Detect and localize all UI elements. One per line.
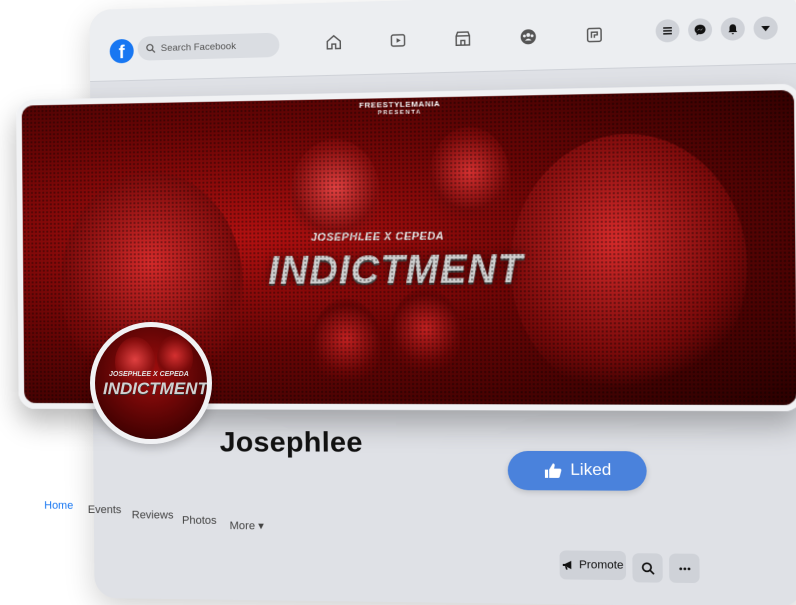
video-icon[interactable] (389, 31, 408, 50)
megaphone-icon (562, 560, 572, 570)
home-icon[interactable] (324, 33, 343, 52)
liked-button[interactable]: Liked (507, 450, 647, 491)
profile-picture[interactable]: JOSEPHLEE X CEPEDA INDICTMENT (90, 322, 212, 444)
main-nav (324, 25, 604, 51)
promote-button[interactable]: Promote (559, 550, 627, 581)
marketplace-icon[interactable] (453, 29, 472, 48)
tab-events[interactable]: Events (88, 504, 122, 516)
more-dots-icon (678, 566, 690, 570)
tab-photos[interactable]: Photos (182, 515, 217, 527)
promote-label: Promote (578, 558, 624, 572)
search-input[interactable]: Search Facebook (137, 32, 280, 61)
cover-title: INDICTMENT (267, 246, 524, 293)
gaming-icon[interactable] (585, 25, 604, 44)
cover-face-right (509, 131, 749, 399)
search-page-button[interactable] (632, 553, 663, 583)
top-navigation-bar: f Search Facebook (89, 0, 796, 83)
cover-face-top-right (428, 125, 511, 228)
cover-face-bottom-right (390, 287, 462, 379)
tab-more[interactable]: More ▾ (230, 519, 264, 532)
avatar-artists: JOSEPHLEE X CEPEDA (109, 371, 189, 378)
avatar-title: INDICTMENT (103, 379, 208, 398)
notifications-button[interactable] (720, 17, 745, 41)
facebook-logo[interactable]: f (109, 38, 134, 64)
liked-label: Liked (570, 461, 612, 480)
tab-reviews[interactable]: Reviews (132, 509, 174, 521)
page-tabs: Home Events Reviews Photos More ▾ (44, 490, 358, 533)
search-placeholder: Search Facebook (160, 40, 237, 54)
account-dropdown-icon (761, 25, 771, 32)
menu-button[interactable] (655, 19, 680, 43)
notifications-icon (728, 24, 738, 35)
messenger-icon (694, 24, 706, 36)
thumbs-up-icon (544, 463, 562, 478)
more-options-button[interactable] (669, 553, 700, 584)
search-icon (640, 561, 654, 575)
account-dropdown-button[interactable] (753, 16, 778, 40)
tab-home[interactable]: Home (44, 500, 73, 512)
cover-artists: JOSEPHLEE X CEPEDA (310, 230, 445, 244)
search-icon (145, 43, 155, 53)
groups-icon[interactable] (519, 27, 538, 46)
cover-face-bottom-left (311, 298, 382, 388)
messenger-button[interactable] (688, 18, 713, 42)
account-controls (655, 16, 778, 43)
page-name: Josephlee (219, 426, 363, 458)
menu-icon (663, 27, 672, 35)
cover-brand-sub: PRESENTA (377, 109, 422, 117)
cover-brand: FREESTYLEMANIA PRESENTA (359, 99, 440, 119)
